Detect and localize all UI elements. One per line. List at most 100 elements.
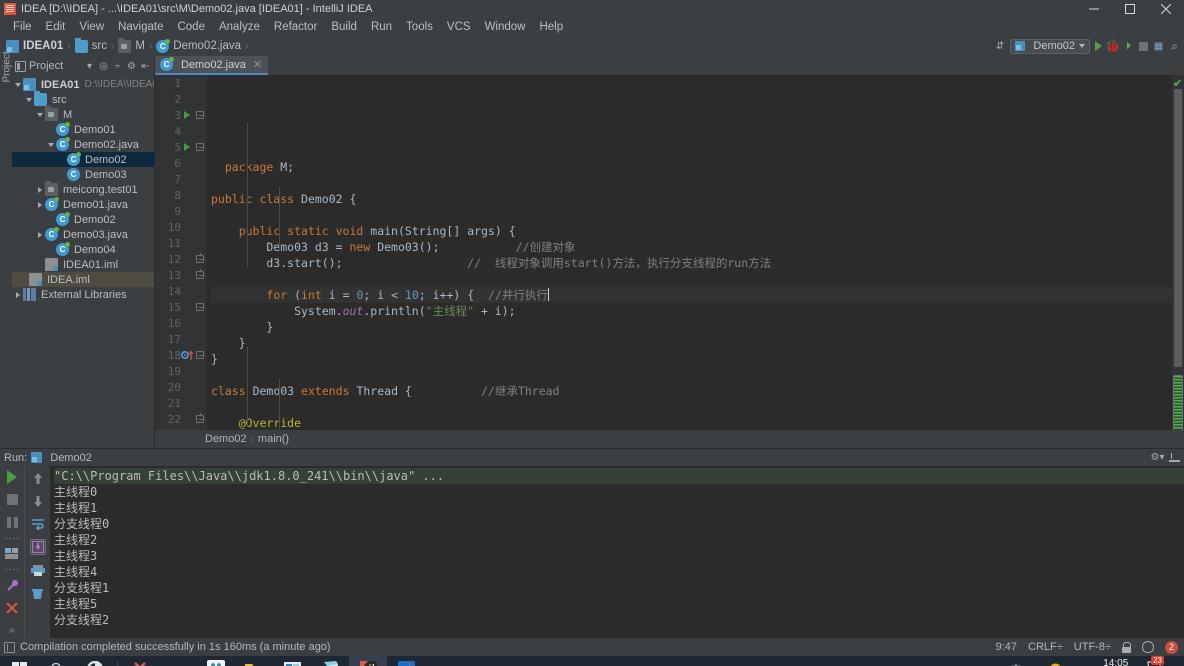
tree-item-demo02-java[interactable]: Demo02.java (12, 137, 154, 152)
breadcrumb-src[interactable]: src (74, 37, 107, 53)
tree-item-idea01[interactable]: IDEA01 D:\\IDEA\\IDEA01 (12, 77, 154, 92)
menu-build[interactable]: Build (324, 20, 364, 34)
cortana-icon[interactable] (76, 656, 114, 666)
code-line[interactable]: public class Demo02 { (211, 191, 1172, 207)
breadcrumb-class[interactable]: Demo02 (205, 433, 247, 445)
clock[interactable]: 14:05 2020/4/24 (1094, 658, 1139, 666)
stop-button[interactable] (1139, 41, 1148, 51)
tree-item-demo02-root[interactable]: Demo02 (12, 212, 154, 227)
tree-item-demo02[interactable]: Demo02 (12, 152, 154, 167)
gutter-line[interactable]: 9 (155, 203, 207, 219)
console-output[interactable]: "C:\\Program Files\\Java\\jdk1.8.0_241\\… (50, 466, 1184, 638)
settings-icon[interactable]: ⚙ (126, 61, 137, 72)
file-encoding[interactable]: UTF-8÷ (1074, 641, 1111, 653)
code-line[interactable]: System.out.println("主线程" + i); (211, 303, 1172, 319)
tree-item-demo03[interactable]: Demo03 (12, 167, 154, 182)
close-button[interactable] (1148, 0, 1184, 18)
code-line[interactable]: package M; (211, 159, 1172, 175)
code-line[interactable] (211, 175, 1172, 191)
debug-button[interactable]: 🐞 (1105, 39, 1120, 53)
search-button[interactable]: ⌕ (1169, 39, 1180, 53)
pause-button[interactable] (4, 515, 20, 530)
tree-item-external-libraries[interactable]: External Libraries (12, 287, 154, 302)
gutter-line[interactable]: 4 (155, 123, 207, 139)
code-line[interactable]: for (int i = 0; i < 10; i++) { //并行执行 (211, 287, 1172, 303)
search-icon[interactable] (38, 656, 76, 666)
tree-item-idea-iml[interactable]: IDEA.iml (12, 272, 154, 287)
soft-wrap-button[interactable] (30, 516, 46, 532)
start-button[interactable] (0, 656, 38, 666)
breadcrumb-package[interactable]: M (118, 37, 145, 53)
tree-item-demo01-java[interactable]: Demo01.java (12, 197, 154, 212)
breadcrumb-file[interactable]: Demo02.java (156, 38, 241, 53)
gutter-line[interactable]: 12 (155, 251, 207, 267)
caret-position[interactable]: 9:47 (996, 641, 1017, 653)
twisty-down-icon[interactable] (47, 142, 54, 147)
run-gutter-icon[interactable] (181, 111, 193, 119)
notification-center-icon[interactable]: 23 (1147, 656, 1164, 666)
tree-item-demo01[interactable]: Demo01 (12, 122, 154, 137)
gutter-line[interactable]: 3 (155, 107, 207, 123)
status-message[interactable]: Compilation completed successfully in 1s… (20, 641, 331, 653)
menu-file[interactable]: File (6, 20, 39, 34)
code-area[interactable]: package M; public class Demo02 { public … (207, 75, 1172, 430)
baidu-browser-icon[interactable] (197, 656, 235, 666)
hide-panel-icon[interactable]: ⇤ (140, 61, 151, 72)
antivirus-icon[interactable] (1049, 663, 1062, 666)
gutter-line[interactable]: 1 (155, 75, 207, 91)
menu-edit[interactable]: Edit (39, 20, 73, 34)
tree-item-idea01-iml[interactable]: IDEA01.iml (12, 257, 154, 272)
gutter-line[interactable]: 13 (155, 267, 207, 283)
gutter-line[interactable]: 7 (155, 171, 207, 187)
layout-button[interactable]: ▦ (1153, 41, 1164, 52)
gutter-line[interactable]: 14 (155, 283, 207, 299)
intellij-idea-icon[interactable]: IJ (349, 656, 387, 666)
code-line[interactable]: @Override (211, 415, 1172, 430)
lock-icon[interactable] (1122, 641, 1131, 653)
menu-code[interactable]: Code (170, 20, 212, 34)
project-tree[interactable]: IDEA01 D:\\IDEA\\IDEA01 src M Demo01 (12, 76, 154, 448)
twisty-down-icon[interactable] (25, 97, 32, 102)
hide-icon[interactable] (1169, 453, 1180, 462)
fold-toggle-icon[interactable] (193, 351, 207, 359)
rerun-button[interactable] (4, 470, 20, 485)
editor-gutter[interactable]: 1 2 3 4 5 6 7 8 9 10 11 12 13 14 15 16 17 18 19 20 21 22 (155, 75, 207, 430)
breadcrumb-module[interactable]: IDEA01 (6, 39, 63, 53)
snip-tool-icon[interactable] (121, 656, 159, 666)
stop-button[interactable] (4, 493, 20, 508)
face-icon[interactable] (1142, 641, 1154, 653)
code-line[interactable]: } (211, 335, 1172, 351)
twisty-down-icon[interactable] (14, 82, 21, 87)
gutter-line[interactable]: 10 (155, 219, 207, 235)
scroll-down-button[interactable] (30, 493, 46, 509)
fold-toggle-icon[interactable] (193, 413, 207, 423)
scroll-from-source-icon[interactable]: ◎ (98, 61, 109, 72)
file-explorer-icon[interactable] (235, 656, 273, 666)
sort-icon[interactable]: ⇵ (994, 41, 1005, 52)
fold-toggle-icon[interactable] (193, 143, 207, 151)
tree-item-demo04[interactable]: Demo04 (12, 242, 154, 257)
app-blue-icon[interactable] (387, 656, 425, 666)
chevron-down-icon[interactable]: ▾ (84, 61, 95, 72)
code-line[interactable]: class Demo03 extends Thread { //继承Thread (211, 383, 1172, 399)
tab-demo02-java[interactable]: Demo02.java ✕ (155, 56, 269, 75)
tree-item-src[interactable]: src (12, 91, 154, 107)
maximize-button[interactable] (1112, 0, 1148, 18)
menu-run[interactable]: Run (364, 20, 399, 34)
window-app-icon[interactable] (273, 656, 311, 666)
code-line[interactable] (211, 367, 1172, 383)
gutter-line[interactable]: 22 (155, 411, 207, 427)
twisty-right-icon[interactable] (15, 291, 20, 298)
code-line[interactable] (211, 271, 1172, 287)
gutter-line[interactable]: 2 (155, 91, 207, 107)
twisty-right-icon[interactable] (37, 231, 42, 238)
onenote-app-icon[interactable] (311, 656, 349, 666)
menu-window[interactable]: Window (478, 20, 533, 34)
close-button[interactable] (4, 601, 20, 616)
code-line[interactable]: d3.start(); // 线程对象调用start()方法，执行分支线程的ru… (211, 255, 1172, 271)
twisty-down-icon[interactable] (36, 112, 43, 117)
error-stripe[interactable]: ✔ (1172, 75, 1184, 430)
pin-tab-button[interactable] (4, 578, 20, 593)
run-panel-config-name[interactable]: Demo02 (50, 452, 92, 464)
gutter-line[interactable]: 20 (155, 379, 207, 395)
